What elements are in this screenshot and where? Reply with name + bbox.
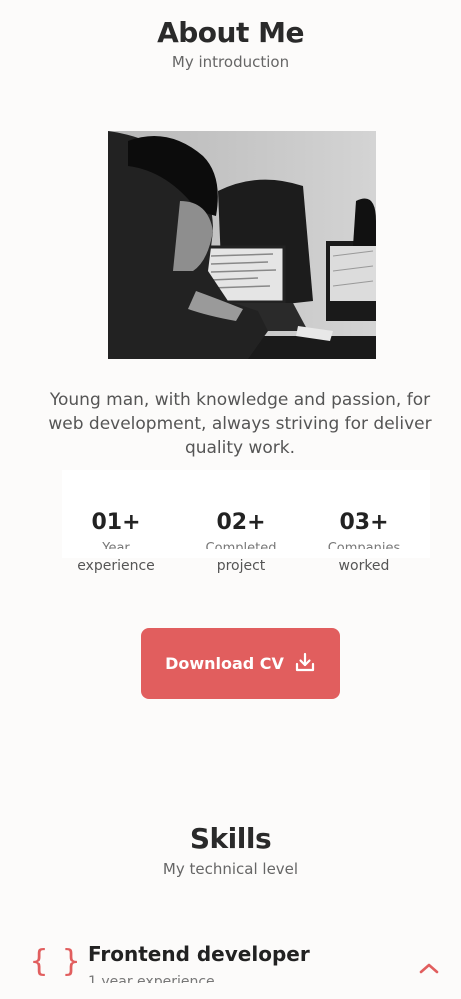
stat-label-companies-top: Companies (327, 541, 401, 549)
stat-label-companies: worked (338, 558, 390, 574)
download-cv-button[interactable]: Download CV (141, 628, 340, 699)
chevron-up-icon[interactable] (418, 960, 440, 974)
code-braces-icon: { } (30, 944, 80, 979)
about-subtitle: My introduction (171, 53, 290, 71)
skill-experience: 1 year experience (88, 974, 215, 983)
skills-title: Skills (189, 822, 272, 855)
profile-photo (108, 131, 376, 359)
stat-number-projects: 02+ (216, 510, 266, 535)
download-icon (294, 651, 316, 677)
skills-subtitle: My technical level (162, 860, 299, 878)
stat-number-years: 01+ (91, 510, 141, 535)
download-cv-label: Download CV (165, 654, 284, 673)
stat-label-years-top: Year (102, 541, 130, 549)
stat-number-companies: 03+ (339, 510, 389, 535)
stat-label-projects: project (216, 558, 266, 574)
about-title: About Me (157, 16, 304, 49)
stat-label-years: experience (77, 558, 155, 574)
stat-label-projects-top: Completed (205, 541, 277, 549)
skill-name: Frontend developer (88, 942, 310, 966)
about-description: Young man, with knowledge and passion, f… (48, 390, 432, 458)
skill-item-frontend[interactable]: { } Frontend developer 1 year experience (0, 930, 461, 999)
